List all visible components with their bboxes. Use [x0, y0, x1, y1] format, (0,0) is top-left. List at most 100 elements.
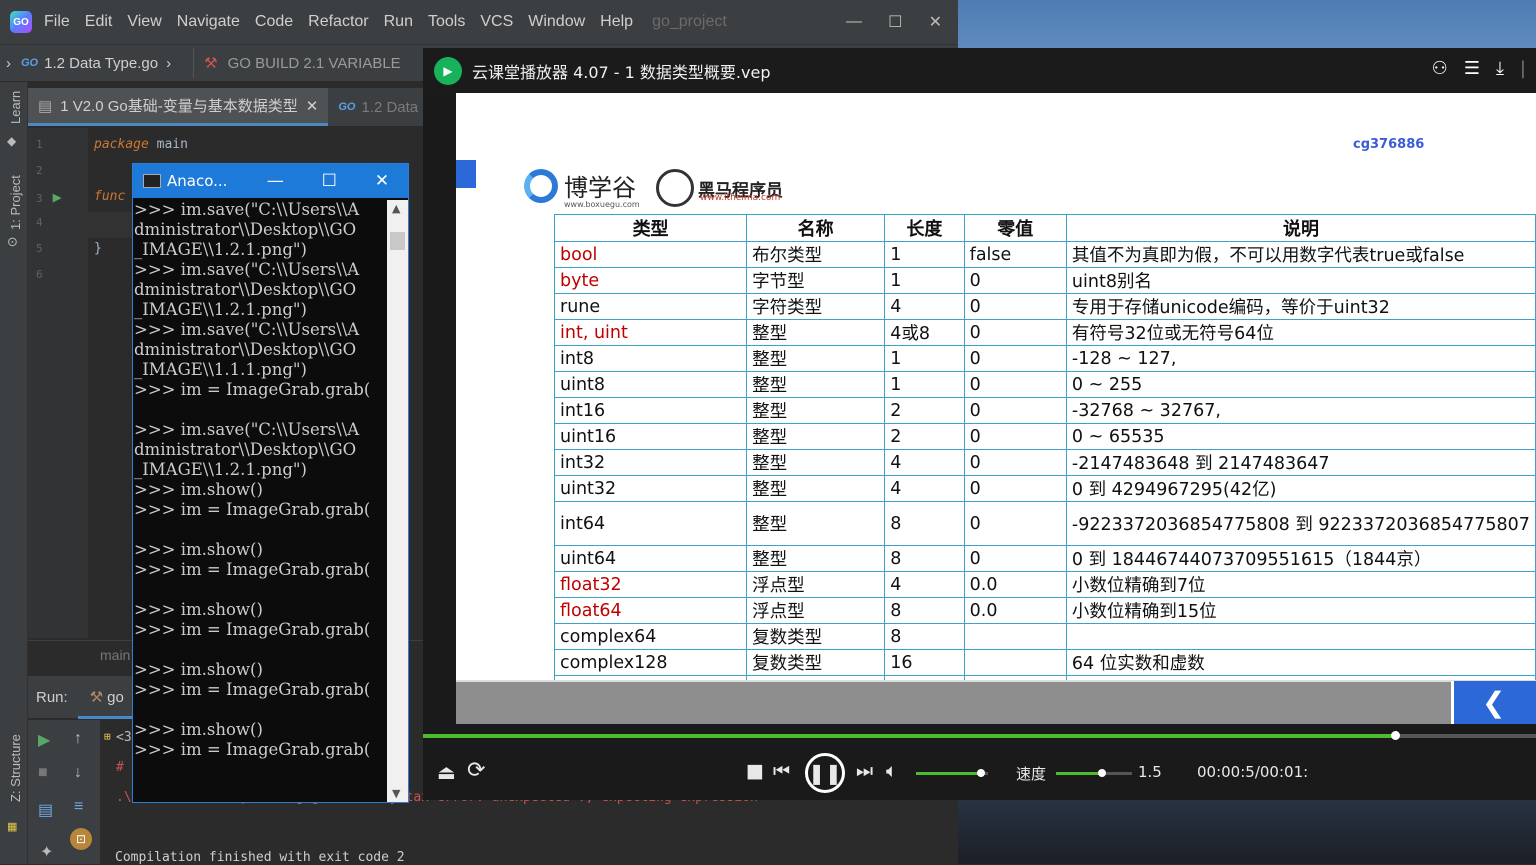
run-config-selector[interactable]: ⚒ GO BUILD 2.1 VARIABLE — [193, 48, 411, 78]
cell-desc: 64 位实数和虚数 — [1065, 649, 1536, 676]
run-gutter-icon[interactable]: ▶ — [53, 188, 62, 206]
document-icon: ▤ — [38, 97, 53, 115]
tool-project[interactable]: 1: Project — [8, 175, 23, 230]
pin-icon[interactable]: ✦ — [40, 842, 53, 862]
code-editor[interactable]: package main func } — [88, 128, 188, 638]
slide-left-margin — [423, 93, 456, 723]
menu-run[interactable]: Run — [384, 13, 413, 31]
table-row: uint64 整型 8 0 0 到 18446744073709551615（1844京… — [553, 545, 1536, 572]
cell-type: int, uint — [553, 319, 748, 346]
cell-name: 浮点型 — [746, 597, 886, 624]
close-icon[interactable]: ✕ — [929, 12, 942, 32]
speed-value: 1.5 — [1138, 763, 1162, 781]
soft-wrap-icon[interactable]: ≡ — [74, 798, 83, 816]
layout-icon[interactable]: ▤ — [38, 800, 53, 820]
cell-zero: 0 — [963, 371, 1067, 398]
scroll-up-icon[interactable]: ▲ — [392, 202, 400, 215]
menu-window[interactable]: Window — [528, 13, 585, 31]
volume-slider[interactable] — [916, 769, 988, 777]
speed-knob[interactable] — [1097, 769, 1106, 777]
stop-icon[interactable]: ■ — [746, 760, 764, 782]
cell-type: int32 — [553, 449, 748, 476]
col-header-zero: 零值 — [963, 214, 1067, 242]
cell-name: 整型 — [746, 345, 886, 372]
chevron-right-icon[interactable]: › — [6, 55, 11, 72]
breadcrumb-file[interactable]: 1.2 Data Type.go — [44, 55, 158, 72]
cell-name: 整型 — [746, 449, 886, 476]
data-type-table: 类型 名称 长度 零值 说明 bool 布尔类型 1 false 其值不为真即为假，不可… — [553, 214, 1536, 723]
anaconda-title-bar[interactable]: Anaco... — ☐ ✕ — [133, 164, 408, 198]
ide-window-controls: — ☐ ✕ — [830, 0, 958, 44]
scroll-down-icon[interactable]: ▼ — [392, 787, 400, 800]
menu-view[interactable]: View — [127, 13, 161, 31]
cell-length: 4 — [884, 449, 965, 476]
tab-v2-go-basics[interactable]: ▤ 1 V2.0 Go基础-变量与基本数据类型 ✕ — [28, 88, 329, 126]
terminal-line: >>> im = ImageGrab.grab( — [134, 380, 371, 399]
user-icon[interactable]: ⚇ — [1432, 58, 1448, 79]
maximize-icon[interactable]: ☐ — [322, 171, 337, 191]
menu-vcs[interactable]: VCS — [480, 13, 513, 31]
menu-file[interactable]: File — [44, 13, 70, 31]
cell-length: 8 — [884, 501, 965, 546]
scroll-thumb[interactable] — [390, 232, 405, 250]
save-output-icon[interactable]: ⊡ — [70, 828, 92, 850]
eject-icon[interactable]: ⏏ — [437, 760, 456, 784]
maximize-icon[interactable]: ☐ — [888, 12, 902, 32]
pause-button[interactable]: ❚❚ — [805, 753, 845, 793]
previous-slide-button[interactable]: ❮ — [1451, 681, 1536, 724]
playlist-icon[interactable]: ☰ — [1464, 58, 1480, 79]
menu-help[interactable]: Help — [600, 13, 633, 31]
download-icon[interactable]: ⤓ — [1496, 58, 1504, 79]
cell-desc: 专用于存储unicode编码，等价于uint32 — [1065, 293, 1536, 320]
tool-learn[interactable]: Learn — [8, 91, 23, 124]
run-config-name[interactable]: go — [107, 689, 124, 706]
col-header-type: 类型 — [553, 214, 748, 242]
menu-code[interactable]: Code — [255, 13, 293, 31]
cell-desc: 其值不为真即为假，不可以用数字代表true或false — [1065, 241, 1536, 268]
chevron-right-icon[interactable]: › — [166, 55, 171, 72]
boxuegu-logo-icon — [524, 168, 558, 203]
terminal-icon — [143, 174, 161, 188]
menu-edit[interactable]: Edit — [85, 13, 113, 31]
table-row: int, uint 整型 4或8 0 有符号32位或无符号64位 — [553, 319, 1536, 346]
line-number: 1 — [36, 138, 43, 151]
volume-icon[interactable]: 🔈︎ — [886, 760, 897, 782]
terminal-scrollbar[interactable]: ▲ ▼ — [387, 200, 408, 802]
tool-structure[interactable]: Z: Structure — [8, 734, 23, 802]
cell-type: bool — [553, 241, 748, 268]
loop-icon[interactable]: ⟳ — [467, 758, 485, 783]
cell-length: 1 — [884, 345, 965, 372]
menu-navigate[interactable]: Navigate — [177, 13, 240, 31]
tab-label: 1 V2.0 Go基础-变量与基本数据类型 — [60, 98, 298, 115]
down-arrow-icon[interactable]: ↓ — [74, 764, 82, 782]
player-title-bar[interactable]: ▶ 云课堂播放器 4.07 - 1 数据类型概要.vep ⚇ ☰ ⤓ | — [423, 48, 1536, 93]
speed-slider[interactable] — [1056, 769, 1132, 777]
cell-desc — [1065, 623, 1536, 650]
cell-name: 整型 — [746, 397, 886, 424]
minimize-icon[interactable]: — — [846, 13, 862, 31]
cell-name: 整型 — [746, 475, 886, 502]
progress-knob[interactable] — [1390, 731, 1400, 740]
tab-data-type[interactable]: GO 1.2 Data — [328, 88, 428, 126]
menu-tools[interactable]: Tools — [428, 13, 465, 31]
next-icon[interactable]: ⏭ — [856, 760, 873, 782]
itheima-logo: 黑马程序员 www.itheima.com — [656, 169, 783, 207]
close-tab-icon[interactable]: ✕ — [306, 97, 319, 115]
previous-icon[interactable]: ⏮ — [773, 760, 790, 782]
volume-knob[interactable] — [976, 769, 985, 777]
player-title: 云课堂播放器 4.07 - 1 数据类型概要.vep — [472, 62, 771, 82]
close-icon[interactable]: ✕ — [375, 171, 389, 191]
terminal-output[interactable]: >>> im.save("C:\\Users\\A dministrator\\D… — [133, 200, 387, 800]
menu-refactor[interactable]: Refactor — [308, 13, 368, 31]
playback-progress-bar[interactable] — [423, 731, 1536, 740]
run-header: Run: ⚒ go — [28, 676, 133, 718]
stop-icon[interactable]: ■ — [38, 764, 48, 782]
terminal-line: >>> im.save("C:\\Users\\A — [134, 260, 360, 279]
player-logo-icon: ▶ — [434, 56, 462, 85]
cell-zero: 0 — [963, 345, 1067, 372]
minimize-icon[interactable]: — — [267, 171, 284, 191]
table-row: int8 整型 1 0 -128 ~ 127, — [553, 345, 1536, 372]
up-arrow-icon[interactable]: ↑ — [74, 730, 82, 748]
rerun-icon[interactable]: ▶ — [38, 730, 50, 750]
